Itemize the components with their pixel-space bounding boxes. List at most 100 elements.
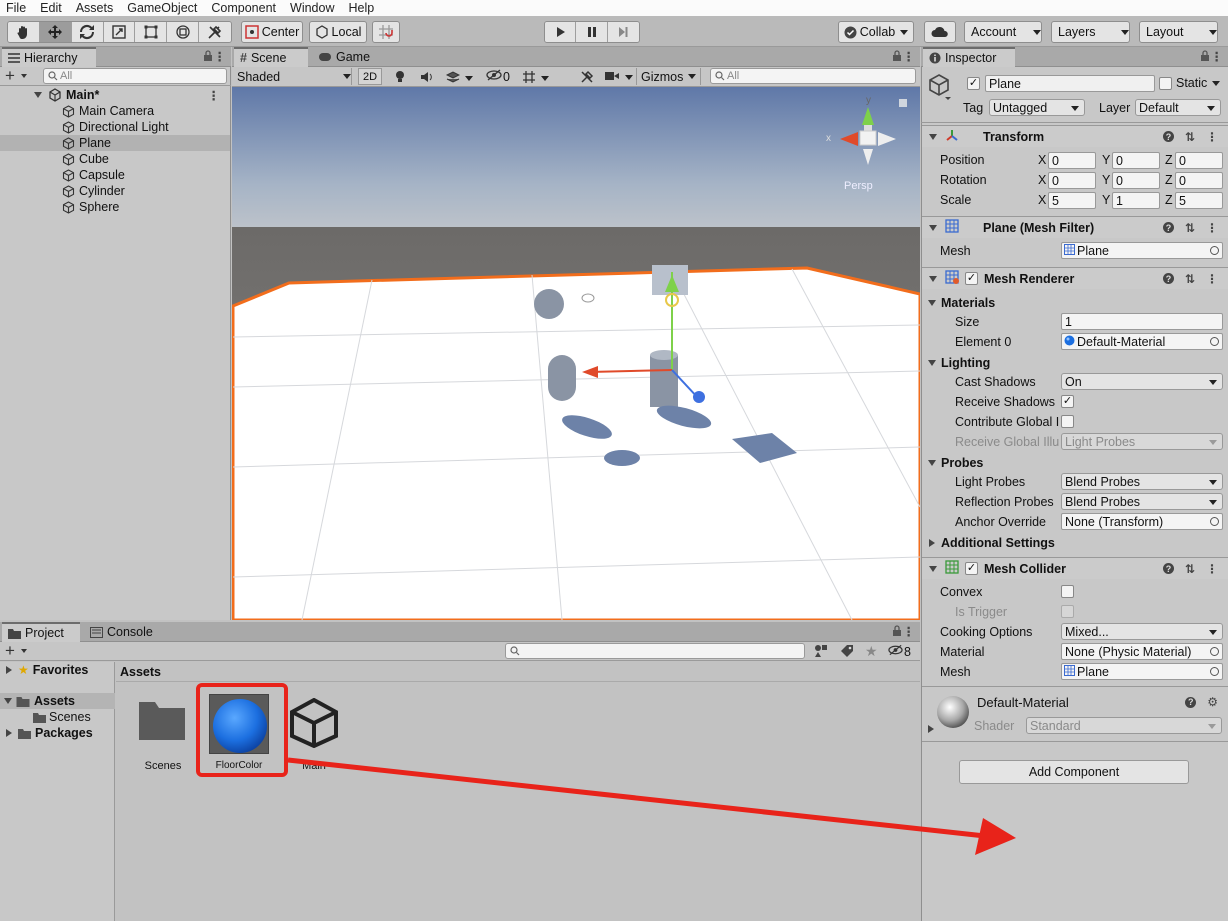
component-menu-icon[interactable]: ⋮: [1206, 272, 1218, 286]
hierarchy-item-cylinder[interactable]: Cylinder: [0, 183, 230, 199]
position-x-field[interactable]: 0: [1048, 152, 1096, 169]
scale-tool-icon[interactable]: [103, 22, 136, 42]
collab-dropdown[interactable]: Collab: [838, 21, 914, 43]
collapse-arrow-icon[interactable]: [929, 224, 937, 231]
2d-toggle[interactable]: 2D: [358, 68, 382, 85]
reflection-probes-dropdown[interactable]: Blend Probes: [1061, 493, 1223, 510]
component-menu-icon[interactable]: ⋮: [1206, 221, 1218, 235]
collapse-arrow-icon[interactable]: [929, 565, 937, 572]
expand-arrow-icon[interactable]: [34, 92, 42, 98]
tree-favorites[interactable]: ★ Favorites: [0, 662, 115, 678]
tab-console[interactable]: Console: [84, 622, 166, 642]
lock-icon[interactable]: [892, 50, 902, 65]
create-plus-icon[interactable]: +: [5, 642, 15, 659]
hidden-packages-toggle[interactable]: 8: [888, 644, 911, 659]
mesh-renderer-header[interactable]: ✓ Mesh Renderer ? ⇅ ⋮: [922, 267, 1228, 289]
menu-file[interactable]: File: [6, 1, 26, 15]
tab-project[interactable]: Project: [2, 622, 80, 642]
tree-assets[interactable]: Assets: [0, 693, 115, 709]
tab-hierarchy[interactable]: Hierarchy: [2, 47, 96, 67]
rotation-z-field[interactable]: 0: [1175, 172, 1223, 189]
probes-foldout[interactable]: Probes: [928, 456, 983, 470]
hierarchy-item-directional-light[interactable]: Directional Light: [0, 119, 230, 135]
hand-tool-icon[interactable]: [8, 22, 40, 42]
shading-mode-dropdown[interactable]: Shaded: [234, 68, 352, 85]
panel-menu-icon[interactable]: ⋮: [214, 49, 227, 64]
add-component-button[interactable]: Add Component: [959, 760, 1189, 784]
hierarchy-item-cube[interactable]: Cube: [0, 151, 230, 167]
panel-menu-icon[interactable]: ⋮: [903, 49, 916, 64]
settings-gear-icon[interactable]: ⚙: [1207, 695, 1218, 709]
preset-sliders-icon[interactable]: ⇅: [1185, 562, 1195, 576]
scene-viewport[interactable]: y x Persp: [232, 87, 920, 620]
additional-settings-foldout[interactable]: Additional Settings: [929, 536, 1055, 550]
contribute-gi-checkbox[interactable]: [1061, 415, 1074, 428]
cast-shadows-dropdown[interactable]: On: [1061, 373, 1223, 390]
rect-tool-icon[interactable]: [135, 22, 168, 42]
static-dropdown[interactable]: Static: [1176, 76, 1220, 90]
tab-game[interactable]: Game: [312, 47, 382, 67]
custom-tool-icon[interactable]: [199, 22, 231, 42]
hierarchy-item-sphere[interactable]: Sphere: [0, 199, 230, 215]
account-dropdown[interactable]: Account: [964, 21, 1042, 43]
persp-label[interactable]: Persp: [844, 180, 873, 192]
snap-button[interactable]: [372, 21, 400, 43]
hierarchy-item-plane[interactable]: Plane: [0, 135, 230, 151]
asset-main-scene[interactable]: Main: [284, 698, 344, 776]
layer-dropdown[interactable]: Default: [1135, 99, 1221, 116]
hierarchy-item-main-camera[interactable]: Main Camera: [0, 103, 230, 119]
mesh-collider-header[interactable]: ✓ Mesh Collider ? ⇅ ⋮: [922, 557, 1228, 579]
create-plus-icon[interactable]: +: [5, 67, 15, 84]
search-by-type-icon[interactable]: [814, 644, 828, 661]
lighting-toggle-icon[interactable]: [394, 70, 406, 87]
transform-header[interactable]: Transform ? ⇅ ⋮: [922, 125, 1228, 147]
expand-arrow-icon[interactable]: [6, 729, 12, 737]
transform-tool-icon[interactable]: [167, 22, 200, 42]
materials-size-field[interactable]: 1: [1061, 313, 1223, 330]
move-tool-icon[interactable]: [39, 22, 72, 42]
menu-gameobject[interactable]: GameObject: [127, 1, 197, 15]
create-dropdown-icon[interactable]: [21, 74, 27, 78]
create-dropdown-icon[interactable]: [21, 649, 27, 653]
collapse-arrow-icon[interactable]: [928, 300, 936, 306]
position-y-field[interactable]: 0: [1112, 152, 1160, 169]
lock-icon[interactable]: [892, 625, 902, 640]
mesh-filter-header[interactable]: Plane (Mesh Filter) ? ⇅ ⋮: [922, 216, 1228, 238]
rotation-y-field[interactable]: 0: [1112, 172, 1160, 189]
tag-dropdown[interactable]: Untagged: [989, 99, 1085, 116]
space-local-button[interactable]: Local: [309, 21, 367, 43]
collapse-arrow-icon[interactable]: [928, 460, 936, 466]
cloud-button[interactable]: [924, 21, 956, 43]
audio-toggle-icon[interactable]: [420, 70, 434, 87]
preset-sliders-icon[interactable]: ⇅: [1185, 221, 1195, 235]
menu-edit[interactable]: Edit: [40, 1, 62, 15]
cooking-options-dropdown[interactable]: Mixed...: [1061, 623, 1223, 640]
asset-scenes-folder[interactable]: Scenes: [133, 698, 193, 776]
tab-scene[interactable]: # Scene: [234, 47, 308, 67]
static-checkbox[interactable]: [1159, 77, 1172, 90]
active-checkbox[interactable]: ✓: [967, 77, 980, 90]
camera-dropdown[interactable]: [604, 70, 633, 85]
grid-dropdown[interactable]: [522, 70, 549, 87]
panel-menu-icon[interactable]: ⋮: [1211, 49, 1224, 64]
expand-arrow-icon[interactable]: [6, 666, 12, 674]
collider-material-field[interactable]: None (Physic Material): [1061, 643, 1223, 660]
hierarchy-search-input[interactable]: All: [43, 68, 227, 84]
play-icon[interactable]: [545, 22, 577, 42]
help-icon[interactable]: ?: [1162, 563, 1174, 574]
scale-x-field[interactable]: 5: [1048, 192, 1096, 209]
lock-icon[interactable]: [1200, 50, 1210, 65]
hierarchy-item-capsule[interactable]: Capsule: [0, 167, 230, 183]
menu-component[interactable]: Component: [211, 1, 276, 15]
scene-menu-icon[interactable]: ⋮: [208, 88, 221, 103]
collapse-arrow-icon[interactable]: [4, 698, 12, 704]
help-icon[interactable]: ?: [1162, 222, 1174, 233]
expand-arrow-icon[interactable]: [928, 725, 934, 733]
mesh-renderer-enabled-checkbox[interactable]: ✓: [965, 272, 978, 285]
help-icon[interactable]: ?: [1162, 131, 1174, 142]
collapse-arrow-icon[interactable]: [929, 133, 937, 140]
gizmos-dropdown[interactable]: Gizmos: [636, 68, 702, 85]
rotation-x-field[interactable]: 0: [1048, 172, 1096, 189]
scene-root-row[interactable]: Main* ⋮: [0, 87, 230, 103]
component-menu-icon[interactable]: ⋮: [1206, 130, 1218, 144]
